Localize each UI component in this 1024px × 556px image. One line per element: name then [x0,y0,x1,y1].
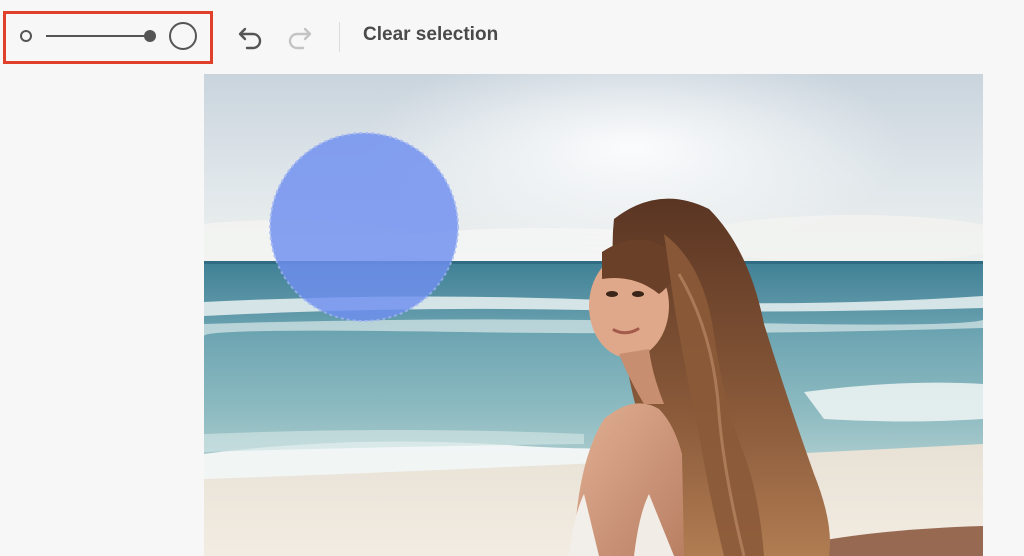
brush-size-slider-handle[interactable] [144,30,156,42]
image-canvas[interactable] [204,74,983,556]
mask-selection-circle [269,132,459,322]
large-circle-icon[interactable] [169,22,197,50]
undo-button[interactable] [234,20,268,54]
redo-icon [288,27,312,50]
clear-selection-button[interactable]: Clear selection [363,24,498,46]
toolbar-divider [339,22,340,52]
undo-icon [238,27,262,50]
redo-button[interactable] [282,20,316,54]
beach-photo [204,74,983,556]
brush-size-slider-graphic [20,22,197,50]
editor-app: Clear selection [0,0,1024,556]
small-circle-icon[interactable] [20,30,32,42]
brush-size-control [3,11,213,64]
